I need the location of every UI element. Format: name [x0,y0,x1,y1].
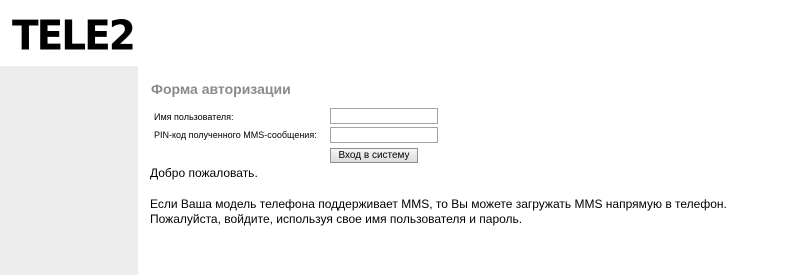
welcome-text: Добро пожаловать. [150,166,258,180]
pin-label: PIN-код полученного MMS-сообщения: [154,130,317,140]
header: TELE2 [0,0,785,66]
form-title: Форма авторизации [151,81,291,97]
info-text: Если Ваша модель телефона поддерживает M… [150,197,727,227]
pin-input[interactable] [330,127,438,143]
main-content: Форма авторизации Имя пользователя: PIN-… [138,66,785,275]
login-button[interactable]: Вход в систему [330,148,418,163]
info-line-2: Пожалуйста, войдите, используя свое имя … [150,212,523,226]
username-label: Имя пользователя: [154,112,234,122]
username-input[interactable] [330,108,438,124]
info-line-1: Если Ваша модель телефона поддерживает M… [150,197,727,211]
sidebar [0,66,138,275]
tele2-logo[interactable]: TELE2 [12,15,136,58]
